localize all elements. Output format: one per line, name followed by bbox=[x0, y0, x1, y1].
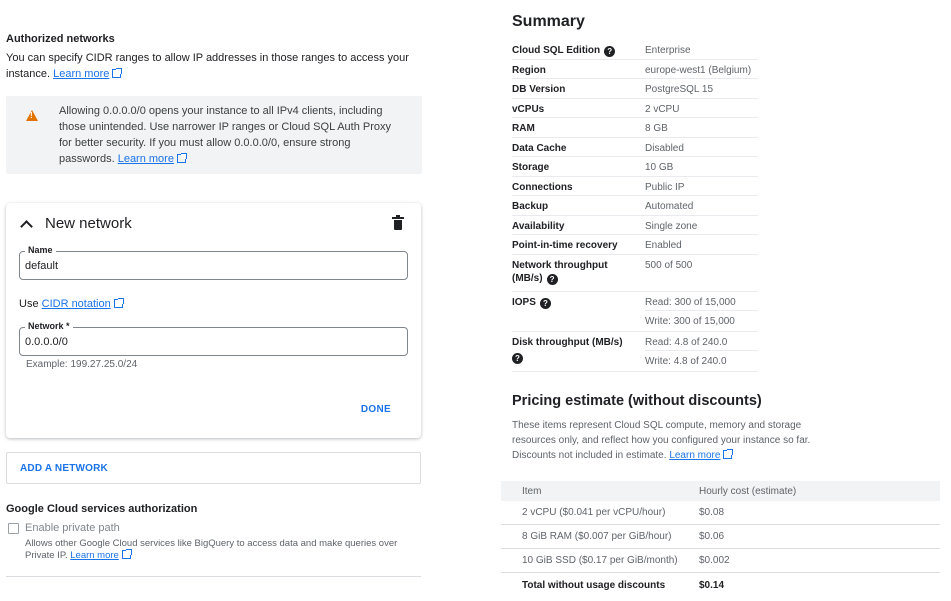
network-input[interactable]: 0.0.0.0/0 bbox=[25, 336, 68, 348]
pricing-row: 8 GiB RAM ($0.007 per GiB/hour) $0.06 bbox=[501, 525, 940, 549]
summary-row: Region europe-west1 (Belgium) bbox=[512, 60, 758, 79]
network-example: Example: 199.27.25.0/24 bbox=[26, 359, 138, 370]
summary-row: DB Version PostgreSQL 15 bbox=[512, 79, 758, 99]
add-network-button[interactable]: ADD A NETWORK bbox=[6, 452, 421, 484]
card-title: New network bbox=[45, 215, 132, 232]
warning-icon bbox=[26, 110, 38, 121]
learn-more-link[interactable]: Learn more bbox=[53, 68, 109, 80]
name-label: Name bbox=[25, 245, 56, 255]
external-link-icon bbox=[112, 68, 123, 78]
enable-private-path-checkbox[interactable] bbox=[8, 523, 19, 534]
help-icon[interactable]: ? bbox=[604, 46, 616, 57]
help-icon[interactable]: ? bbox=[539, 297, 551, 309]
help-icon[interactable]: ? bbox=[512, 352, 523, 364]
name-input[interactable]: default bbox=[25, 260, 58, 272]
divider bbox=[6, 576, 421, 577]
pricing-learn-more-link[interactable]: Learn more bbox=[669, 450, 720, 461]
pricing-total-row: Total without usage discounts $0.14 bbox=[522, 579, 725, 591]
authorized-networks-description: You can specify CIDR ranges to allow IP … bbox=[6, 52, 409, 80]
summary-row: Backup Automated bbox=[512, 196, 758, 216]
summary-row: Connections Public IP bbox=[512, 177, 758, 196]
network-field[interactable]: Network * 0.0.0.0/0 bbox=[19, 321, 408, 356]
delete-icon[interactable] bbox=[392, 215, 404, 230]
add-network-label: ADD A NETWORK bbox=[20, 463, 108, 474]
summary-row: Cloud SQL Edition? Enterprise bbox=[512, 40, 758, 60]
external-link-icon bbox=[723, 449, 734, 459]
summary-row: vCPUs 2 vCPU bbox=[512, 99, 758, 118]
name-field[interactable]: Name default bbox=[19, 245, 408, 280]
authorized-networks-title: Authorized networks bbox=[6, 33, 115, 45]
done-button[interactable]: DONE bbox=[361, 404, 391, 415]
enable-private-path-label: Enable private path bbox=[25, 522, 120, 534]
pricing-title: Pricing estimate (without discounts) bbox=[512, 393, 762, 409]
summary-title: Summary bbox=[512, 13, 585, 30]
pricing-description: These items represent Cloud SQL compute,… bbox=[512, 420, 811, 461]
chevron-up-icon[interactable] bbox=[20, 219, 33, 233]
pricing-table: Item Hourly cost (estimate) 2 vCPU ($0.0… bbox=[501, 481, 940, 597]
network-label: Network * bbox=[25, 321, 73, 331]
card-header[interactable]: New network bbox=[20, 215, 132, 233]
pricing-row: 10 GiB SSD ($0.17 per GiB/month) $0.002 bbox=[501, 549, 940, 573]
summary-row: Network throughput (MB/s)? 500 of 500 bbox=[512, 255, 758, 292]
help-icon[interactable]: ? bbox=[546, 273, 558, 285]
summary-row: Storage 10 GB bbox=[512, 157, 758, 177]
warning-learn-more-link[interactable]: Learn more bbox=[118, 153, 174, 165]
cidr-notation-link[interactable]: CIDR notation bbox=[42, 298, 111, 310]
summary-row: IOPS? Read: 300 of 15,000 Write: 300 of … bbox=[512, 292, 758, 332]
summary-row: Availability Single zone bbox=[512, 216, 758, 235]
pricing-row: 2 vCPU ($0.041 per vCPU/hour) $0.08 bbox=[501, 501, 940, 525]
external-link-icon bbox=[121, 549, 132, 559]
external-link-icon bbox=[113, 298, 124, 308]
warning-banner: Allowing 0.0.0.0/0 opens your instance t… bbox=[6, 96, 422, 174]
summary-table: Cloud SQL Edition? Enterprise Region euro… bbox=[512, 40, 758, 372]
summary-row: Point-in-time recovery Enabled bbox=[512, 235, 758, 255]
warning-text: Allowing 0.0.0.0/0 opens your instance t… bbox=[59, 105, 392, 165]
private-path-learn-more-link[interactable]: Learn more bbox=[70, 550, 119, 561]
gcs-authorization-title: Google Cloud services authorization bbox=[6, 503, 198, 515]
cidr-hint: Use CIDR notation bbox=[19, 298, 124, 310]
private-path-help: Allows other Google Cloud services like … bbox=[25, 538, 398, 561]
summary-row: RAM 8 GB bbox=[512, 118, 758, 138]
pricing-table-header: Item Hourly cost (estimate) bbox=[501, 481, 940, 501]
new-network-card: New network Name default Use CIDR notati… bbox=[6, 203, 421, 438]
external-link-icon bbox=[176, 153, 187, 163]
summary-row: Data Cache Disabled bbox=[512, 138, 758, 157]
summary-row: Disk throughput (MB/s)? Read: 4.8 of 240… bbox=[512, 332, 758, 372]
